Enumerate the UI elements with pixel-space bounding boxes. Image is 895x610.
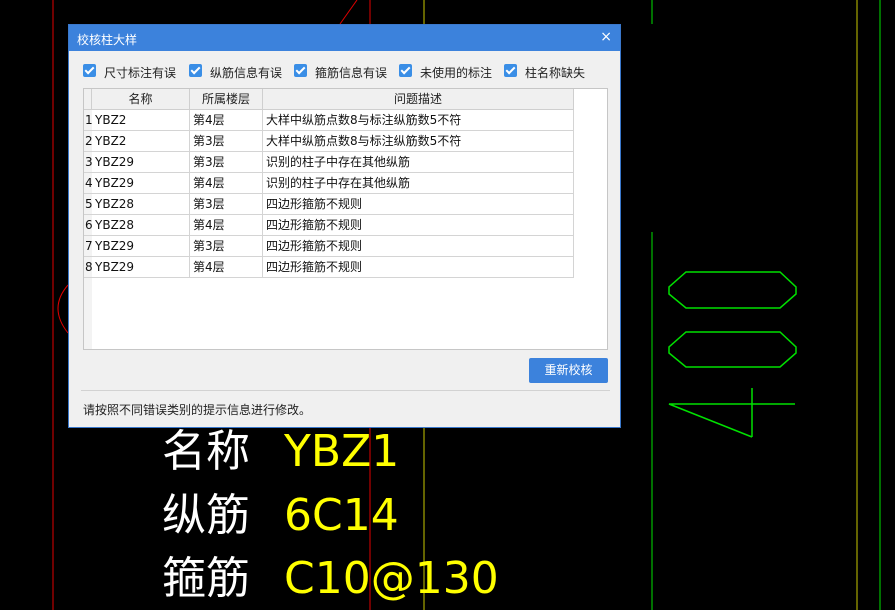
cad-label-value-stirrup: C10@130 xyxy=(284,553,499,604)
table-row[interactable]: 1 YBZ2 第4层 大样中纵筋点数8与标注纵筋数5不符 xyxy=(84,110,574,131)
cell-floor: 第4层 xyxy=(190,110,263,131)
cad-label-key-name: 名称 xyxy=(162,426,250,477)
cad-label-key-longitudinal: 纵筋 xyxy=(162,490,250,541)
header-floor[interactable]: 所属楼层 xyxy=(190,89,263,110)
table-row[interactable]: 2 YBZ2 第3层 大样中纵筋点数8与标注纵筋数5不符 xyxy=(84,131,574,152)
cell-floor: 第3层 xyxy=(190,236,263,257)
row-number: 1 xyxy=(84,110,92,131)
recheck-button[interactable]: 重新校核 xyxy=(529,358,608,383)
checkbox-checked-icon[interactable] xyxy=(83,64,96,77)
table-row[interactable]: 8 YBZ29 第4层 四边形箍筋不规则 xyxy=(84,257,574,278)
header-description[interactable]: 问题描述 xyxy=(263,89,574,110)
check-column-detail-dialog: 校核柱大样 × 尺寸标注有误 纵筋信息有误 箍筋信息有误 未使用的标注 柱名称缺… xyxy=(68,24,621,428)
red-diagonal-line xyxy=(339,0,358,25)
row-number: 4 xyxy=(84,173,92,194)
header-corner xyxy=(84,89,92,110)
table-row[interactable]: 4 YBZ29 第4层 识别的柱子中存在其他纵筋 xyxy=(84,173,574,194)
checkbox-checked-icon[interactable] xyxy=(504,64,517,77)
cell-floor: 第3层 xyxy=(190,131,263,152)
row-number: 8 xyxy=(84,257,92,278)
cell-description: 大样中纵筋点数8与标注纵筋数5不符 xyxy=(263,131,574,152)
cell-name: YBZ29 xyxy=(92,236,190,257)
cad-label-value-name: YBZ1 xyxy=(284,426,400,477)
row-number: 6 xyxy=(84,215,92,236)
close-icon[interactable]: × xyxy=(600,29,612,45)
green-digit-4 xyxy=(668,403,795,438)
cell-floor: 第3层 xyxy=(190,194,263,215)
table-row[interactable]: 3 YBZ29 第3层 识别的柱子中存在其他纵筋 xyxy=(84,152,574,173)
cell-description: 识别的柱子中存在其他纵筋 xyxy=(263,173,574,194)
cell-description: 四边形箍筋不规则 xyxy=(263,257,574,278)
cell-description: 四边形箍筋不规则 xyxy=(263,215,574,236)
checkbox-checked-icon[interactable] xyxy=(399,64,412,77)
cell-floor: 第3层 xyxy=(190,152,263,173)
header-name[interactable]: 名称 xyxy=(92,89,190,110)
hint-text: 请按照不同错误类别的提示信息进行修改。 xyxy=(83,403,312,417)
cell-floor: 第4层 xyxy=(190,173,263,194)
table-row[interactable]: 7 YBZ29 第3层 四边形箍筋不规则 xyxy=(84,236,574,257)
red-arc xyxy=(57,284,69,334)
checkbox-checked-icon[interactable] xyxy=(294,64,307,77)
cell-name: YBZ2 xyxy=(92,131,190,152)
cell-description: 识别的柱子中存在其他纵筋 xyxy=(263,152,574,173)
table-row[interactable]: 5 YBZ28 第3层 四边形箍筋不规则 xyxy=(84,194,574,215)
cell-name: YBZ29 xyxy=(92,152,190,173)
cell-name: YBZ29 xyxy=(92,257,190,278)
row-number: 2 xyxy=(84,131,92,152)
cad-label-value-longitudinal: 6C14 xyxy=(284,490,399,541)
cell-description: 四边形箍筋不规则 xyxy=(263,194,574,215)
row-number: 3 xyxy=(84,152,92,173)
dialog-title: 校核柱大样 xyxy=(77,33,138,47)
cell-name: YBZ28 xyxy=(92,194,190,215)
cell-name: YBZ29 xyxy=(92,173,190,194)
table-header: 名称 所属楼层 问题描述 xyxy=(84,89,574,110)
cell-description: 四边形箍筋不规则 xyxy=(263,236,574,257)
cell-name: YBZ28 xyxy=(92,215,190,236)
dialog-titlebar[interactable]: 校核柱大样 × xyxy=(69,25,620,51)
green-octagon xyxy=(668,271,797,309)
cell-description: 大样中纵筋点数8与标注纵筋数5不符 xyxy=(263,110,574,131)
green-octagon xyxy=(668,331,797,368)
cell-floor: 第4层 xyxy=(190,215,263,236)
row-number: 5 xyxy=(84,194,92,215)
divider xyxy=(81,390,610,391)
issue-table[interactable]: 名称 所属楼层 问题描述 1 YBZ2 第4层 大样中纵筋点数8与标注纵筋数5不符 2 Y… xyxy=(83,88,608,350)
cell-name: YBZ2 xyxy=(92,110,190,131)
cad-label-key-stirrup: 箍筋 xyxy=(162,553,250,604)
table-row[interactable]: 6 YBZ28 第4层 四边形箍筋不规则 xyxy=(84,215,574,236)
cell-floor: 第4层 xyxy=(190,257,263,278)
row-number: 7 xyxy=(84,236,92,257)
checkbox-checked-icon[interactable] xyxy=(189,64,202,77)
